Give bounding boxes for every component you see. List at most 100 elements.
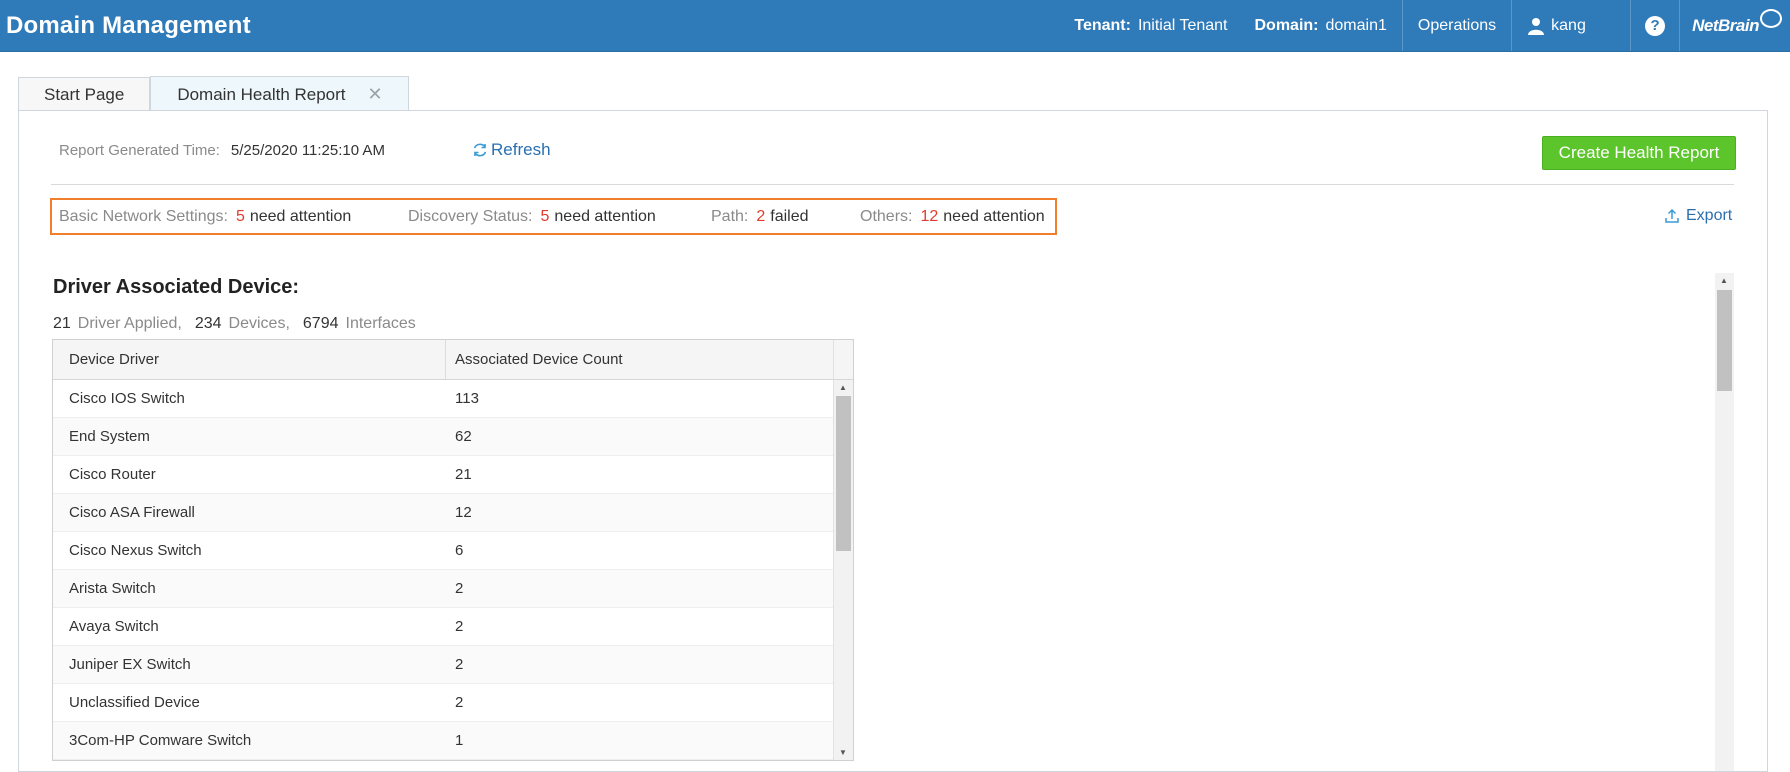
tab-start-page[interactable]: Start Page (18, 77, 151, 112)
domain-value: domain1 (1325, 16, 1387, 34)
domain-label: Domain: (1254, 16, 1319, 34)
stat-label: Devices, (228, 315, 290, 332)
tab-domain-health-report[interactable]: Domain Health Report ✕ (150, 76, 409, 112)
cell-device-count: 2 (455, 618, 464, 635)
summary-path[interactable]: Path: 2 failed (711, 208, 809, 226)
help-button[interactable]: ? (1631, 0, 1679, 51)
table-scrollbar[interactable]: ▲ ▼ (833, 380, 853, 760)
logo-bubble-icon (1760, 9, 1782, 28)
cell-device-count: 2 (455, 656, 464, 673)
column-header-associated-device-count[interactable]: Associated Device Count (446, 340, 623, 379)
cell-device-driver: Cisco Nexus Switch (69, 542, 202, 559)
cell-device-driver: Cisco IOS Switch (69, 390, 185, 407)
table-row[interactable]: Cisco ASA Firewall 12 (53, 494, 833, 532)
cell-device-count: 1 (455, 732, 464, 749)
stat-label: Interfaces (345, 315, 416, 332)
summary-text: need attention (249, 207, 352, 225)
summary-text: need attention (943, 207, 1045, 225)
summary-discovery-status[interactable]: Discovery Status: 5 need attention (408, 208, 656, 226)
app-title: Domain Management (6, 11, 251, 39)
export-label: Export (1686, 207, 1733, 224)
column-header-device-driver[interactable]: Device Driver (53, 340, 446, 379)
netbrain-logo: NetBrain (1680, 9, 1790, 36)
generated-time-value: 5/25/2020 11:25:10 AM (230, 142, 385, 159)
cell-device-driver: End System (69, 428, 150, 445)
cell-device-driver: Cisco Router (69, 466, 156, 483)
cell-device-count: 6 (455, 542, 464, 559)
scroll-up-icon[interactable]: ▲ (839, 383, 847, 392)
refresh-icon (473, 143, 487, 157)
table-row[interactable]: Avaya Switch 2 (53, 608, 833, 646)
operations-menu[interactable]: Operations (1403, 0, 1511, 51)
stat-number: 6794 (302, 315, 339, 332)
scroll-up-icon[interactable]: ▲ (1720, 276, 1728, 285)
table-row[interactable]: Arista Switch 2 (53, 570, 833, 608)
cell-device-driver: Avaya Switch (69, 618, 159, 635)
user-name: kang (1551, 16, 1586, 34)
table-row[interactable]: Cisco Nexus Switch 6 (53, 532, 833, 570)
cell-device-count: 12 (455, 504, 472, 521)
table-row[interactable]: Juniper EX Switch 2 (53, 646, 833, 684)
cell-device-driver: Cisco ASA Firewall (69, 504, 195, 521)
summary-count: 12 (920, 207, 939, 225)
header-scroll-spacer (833, 340, 853, 380)
tenant-label: Tenant: (1074, 16, 1131, 34)
table-header: Device Driver Associated Device Count (53, 340, 833, 380)
cell-device-count: 21 (455, 466, 472, 483)
page-scrollbar[interactable]: ▲ (1715, 273, 1734, 771)
table-row[interactable]: Cisco IOS Switch 113 (53, 380, 833, 418)
scroll-down-icon[interactable]: ▼ (839, 748, 847, 757)
refresh-button[interactable]: Refresh (472, 140, 551, 160)
help-icon: ? (1645, 15, 1666, 36)
summary-label: Basic Network Settings: (59, 207, 228, 225)
scrollbar-thumb[interactable] (836, 396, 851, 551)
driver-table: Device Driver Associated Device Count Ci… (52, 339, 854, 761)
cell-device-count: 2 (455, 694, 464, 711)
summary-label: Others: (860, 207, 913, 225)
summary-others[interactable]: Others: 12 need attention (860, 208, 1045, 226)
table-row[interactable]: Unclassified Device 2 (53, 684, 833, 722)
cell-device-driver: 3Com-HP Comware Switch (69, 732, 252, 749)
report-generated-time: Report Generated Time: 5/25/2020 11:25:1… (59, 142, 385, 159)
summary-basic-network-settings[interactable]: Basic Network Settings: 5 need attention (59, 208, 351, 226)
stat-label: Driver Applied, (77, 315, 182, 332)
user-menu[interactable]: kang (1512, 0, 1630, 51)
table-row[interactable]: End System 62 (53, 418, 833, 456)
summary-text: need attention (554, 207, 656, 225)
summary-text: failed (770, 207, 809, 225)
header-right: Tenant: Initial Tenant Domain: domain1 O… (1059, 0, 1790, 51)
cell-device-driver: Arista Switch (69, 580, 156, 597)
health-summary-bar: Basic Network Settings: 5 need attention… (50, 198, 1057, 235)
cell-device-count: 2 (455, 580, 464, 597)
export-button[interactable]: Export (1664, 207, 1732, 225)
summary-count: 5 (235, 207, 245, 225)
driver-stats: 21 Driver Applied, 234 Devices, 6794 Int… (53, 315, 429, 333)
cell-device-driver: Juniper EX Switch (69, 656, 191, 673)
tab-label: Start Page (44, 85, 125, 104)
refresh-label: Refresh (491, 140, 551, 159)
summary-count: 2 (756, 207, 766, 225)
tenant-value: Initial Tenant (1137, 16, 1228, 34)
tab-label: Domain Health Report (177, 84, 346, 104)
tab-bar: Start Page Domain Health Report ✕ (18, 76, 409, 112)
cell-device-count: 62 (455, 428, 472, 445)
section-title: Driver Associated Device: (53, 276, 300, 298)
user-icon (1528, 17, 1545, 35)
generated-time-label: Report Generated Time: (59, 142, 220, 159)
report-panel: Report Generated Time: 5/25/2020 11:25:1… (18, 110, 1768, 772)
table-body: Cisco IOS Switch 113 End System 62 Cisco Rou… (53, 380, 833, 760)
tenant-selector[interactable]: Tenant: Initial Tenant (1059, 0, 1242, 51)
close-icon[interactable]: ✕ (368, 84, 383, 105)
domain-selector[interactable]: Domain: domain1 (1243, 0, 1402, 51)
create-health-report-button[interactable]: Create Health Report (1542, 136, 1736, 170)
logo-text: NetBrain (1692, 15, 1759, 35)
top-bar: Domain Management Tenant: Initial Tenant… (0, 0, 1790, 52)
stat-number: 234 (194, 315, 222, 332)
cell-device-count: 113 (455, 390, 479, 407)
cell-device-driver: Unclassified Device (69, 694, 200, 711)
export-icon (1665, 208, 1679, 223)
scrollbar-thumb[interactable] (1717, 290, 1732, 391)
table-row[interactable]: Cisco Router 21 (53, 456, 833, 494)
table-row[interactable]: 3Com-HP Comware Switch 1 (53, 722, 833, 760)
summary-label: Discovery Status: (408, 207, 533, 225)
